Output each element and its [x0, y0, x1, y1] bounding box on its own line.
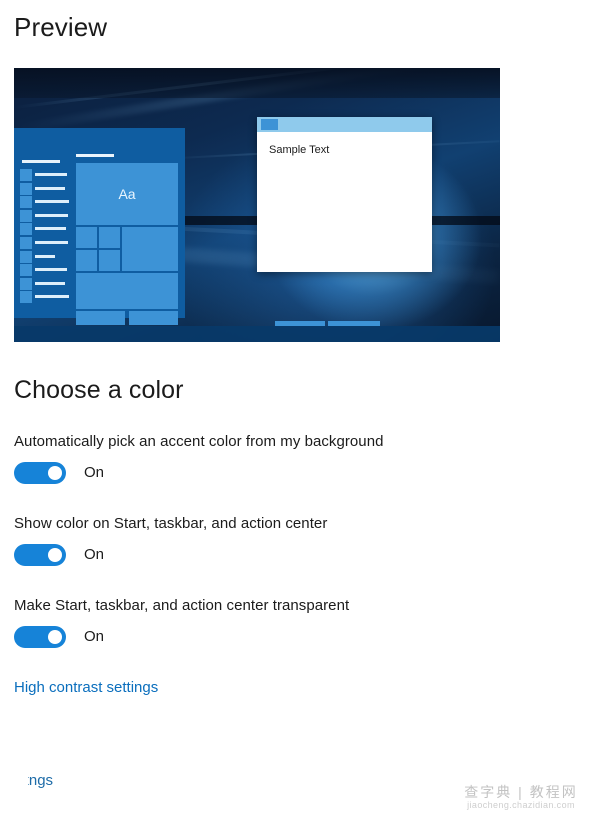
sample-window-text: Sample Text	[269, 144, 330, 156]
toggle-row: On	[14, 461, 383, 484]
app-icon	[20, 196, 32, 209]
start-tile-wide	[129, 311, 178, 325]
toggle-knob	[48, 465, 62, 480]
setting-label: Automatically pick an accent color from …	[14, 433, 384, 450]
app-icon	[20, 236, 32, 249]
app-name-bar	[35, 281, 65, 285]
wallpaper-top-band	[14, 68, 500, 98]
start-tile-medium	[122, 227, 178, 271]
app-name-bar	[35, 213, 68, 217]
taskbar-button	[328, 321, 380, 326]
toggle-show-color-on-surfaces[interactable]	[14, 543, 66, 566]
app-icon	[20, 209, 32, 222]
watermark: 查字典 | 教程网 jiaocheng.chazidian.com	[450, 783, 592, 812]
app-icon	[20, 182, 32, 195]
app-icon	[20, 264, 32, 277]
toggle-state-label: On	[84, 546, 105, 564]
app-name-bar	[35, 268, 67, 272]
start-menu-preview: Aa	[14, 128, 185, 325]
taskbar-button	[275, 321, 325, 326]
app-list-item	[20, 250, 76, 265]
app-list-item	[20, 169, 76, 183]
app-list-item	[20, 264, 76, 278]
app-list-item	[20, 196, 76, 210]
setting-label: Make Start, taskbar, and action center t…	[14, 597, 350, 614]
app-list-item	[20, 236, 76, 251]
watermark-url: jiaocheng.chazidian.com	[467, 800, 575, 811]
window-app-icon	[261, 119, 278, 130]
section-title: Choose a color	[14, 376, 184, 404]
partially-visible-link-text: ontngs	[28, 772, 54, 789]
app-icon	[20, 223, 32, 236]
toggle-row: On	[14, 625, 349, 648]
partially-visible-link[interactable]: ontngs	[28, 772, 96, 794]
app-icon	[20, 291, 32, 304]
sample-window-preview: Sample Text	[257, 117, 432, 272]
setting-auto-accent-color: Automatically pick an accent color from …	[14, 433, 383, 484]
toggle-auto-accent-color[interactable]	[14, 461, 66, 484]
start-tile-small	[76, 227, 97, 248]
start-tile-wide	[76, 311, 125, 325]
preview-panel: Aa Sample Text	[14, 68, 500, 342]
start-tile-small	[99, 250, 120, 271]
app-name-bar	[35, 200, 69, 204]
toggle-row: On	[14, 543, 327, 566]
app-icon	[20, 250, 32, 263]
start-tile-large: Aa	[76, 163, 178, 225]
app-name-bar	[35, 240, 68, 244]
start-tile-wide	[76, 273, 178, 309]
taskbar-preview	[14, 321, 500, 342]
tile-group-label-bar	[76, 154, 114, 157]
high-contrast-settings-link[interactable]: High contrast settings	[14, 679, 158, 696]
toggle-knob	[48, 629, 62, 644]
app-name-bar	[35, 186, 65, 190]
toggle-transparency[interactable]	[14, 625, 66, 648]
sample-window-titlebar	[257, 117, 432, 132]
watermark-title: 查字典 | 教程网	[464, 783, 578, 800]
app-name-bar	[35, 254, 55, 258]
app-list-item	[20, 209, 76, 224]
app-name-bar	[35, 295, 69, 299]
toggle-state-label: On	[84, 628, 105, 646]
app-list-item	[20, 277, 76, 292]
app-list-item	[20, 223, 76, 237]
app-icon	[20, 277, 32, 290]
app-name-bar	[35, 227, 66, 231]
start-menu-tile-pane: Aa	[76, 154, 180, 327]
start-tile-small	[99, 227, 120, 248]
start-menu-app-list	[20, 169, 76, 305]
start-menu-header-bar	[22, 160, 60, 163]
toggle-knob	[48, 547, 62, 562]
app-icon	[20, 169, 32, 181]
app-list-item	[20, 182, 76, 197]
setting-label: Show color on Start, taskbar, and action…	[14, 515, 328, 532]
toggle-state-label: On	[84, 464, 105, 482]
setting-show-color-on-surfaces: Show color on Start, taskbar, and action…	[14, 515, 327, 566]
start-menu-app-list-pane	[14, 128, 74, 318]
app-list-item	[20, 291, 76, 305]
app-name-bar	[35, 173, 67, 176]
page-title: Preview	[14, 12, 108, 42]
start-tile-small	[76, 250, 97, 271]
setting-transparency: Make Start, taskbar, and action center t…	[14, 597, 349, 648]
